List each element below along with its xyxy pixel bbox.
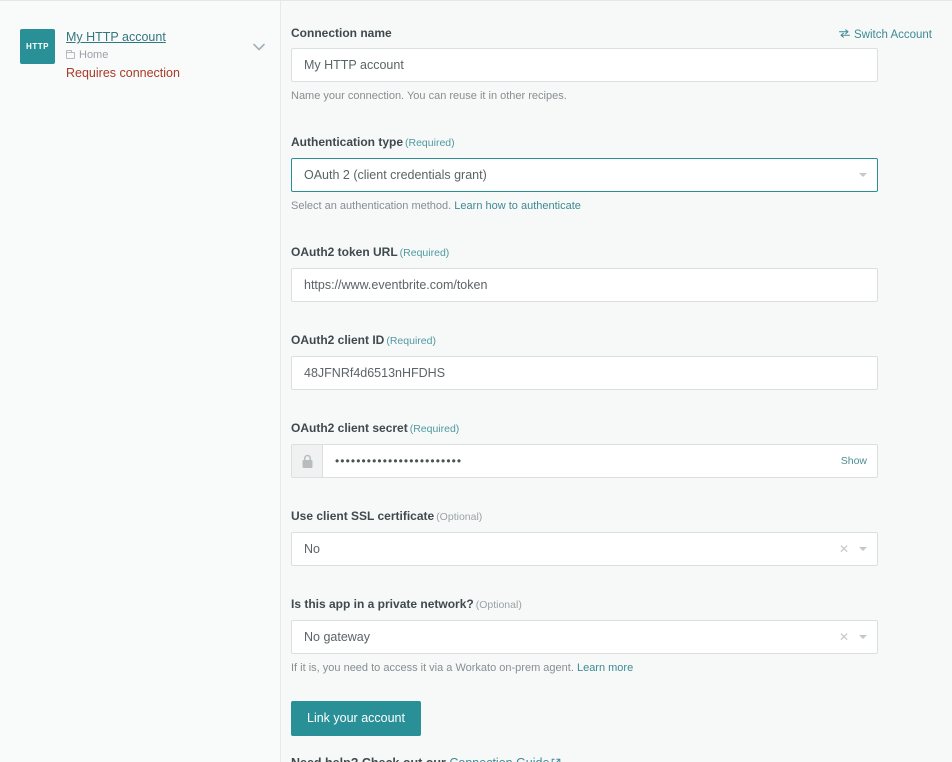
connection-setup-page: HTTP My HTTP account Home Requires conne… [0,0,952,762]
oauth2-client-id-label: OAuth2 client ID(Required) [291,332,878,349]
connection-name-input[interactable]: My HTTP account [291,48,878,82]
account-folder-label: Home [79,48,108,62]
connection-guide-link[interactable]: Connection Guide [449,756,549,762]
field-use-client-ssl-certificate: Use client SSL certificate(Optional) No … [291,508,878,566]
use-client-ssl-certificate-label-text: Use client SSL certificate [291,509,434,523]
authentication-type-select[interactable]: OAuth 2 (client credentials grant) [291,158,878,192]
learn-more-link[interactable]: Learn more [577,662,633,674]
field-oauth2-client-id: OAuth2 client ID(Required) 48JFNRf4d6513… [291,332,878,390]
footer-help-prefix: Need help? Check out our [291,756,446,762]
oauth2-client-secret-input[interactable]: •••••••••••••••••••••••• [323,445,841,477]
show-secret-toggle[interactable]: Show [841,445,877,477]
account-folder: Home [66,48,268,62]
oauth2-client-secret-label: OAuth2 client secret(Required) [291,420,878,437]
authentication-type-label-text: Authentication type [291,135,403,149]
field-authentication-type: Authentication type(Required) OAuth 2 (c… [291,134,878,214]
authentication-type-help: Select an authentication method. Learn h… [291,199,878,214]
use-client-ssl-certificate-value: No [302,542,833,556]
connection-name-label: Connection name [291,25,878,41]
connection-status-text: Requires connection [66,65,268,81]
account-card: HTTP My HTTP account Home Requires conne… [20,28,268,81]
oauth2-token-url-required-tag: (Required) [400,247,450,259]
authentication-type-value: OAuth 2 (client credentials grant) [302,168,833,182]
oauth2-client-id-required-tag: (Required) [386,335,436,347]
folder-icon [66,52,75,59]
oauth2-client-id-label-text: OAuth2 client ID [291,333,384,347]
use-client-ssl-certificate-optional-tag: (Optional) [436,511,482,523]
oauth2-client-secret-required-tag: (Required) [410,423,460,435]
show-secret-label: Show [841,455,867,467]
oauth2-client-id-value: 48JFNRf4d6513nHFDHS [302,366,867,380]
account-meta: My HTTP account Home Requires connection [66,28,268,81]
private-network-select[interactable]: No gateway ✕ [291,620,878,654]
oauth2-client-secret-row: •••••••••••••••••••••••• Show [291,444,878,478]
connection-name-help: Name your connection. You can reuse it i… [291,89,878,104]
chevron-down-icon[interactable] [859,635,867,639]
private-network-optional-tag: (Optional) [476,599,522,611]
http-app-logo-icon: HTTP [20,29,55,64]
clear-icon[interactable]: ✕ [839,631,849,643]
private-network-label: Is this app in a private network?(Option… [291,596,878,613]
private-network-value: No gateway [302,630,833,644]
connection-form-area: Switch Account Connection name My HTTP a… [281,1,952,762]
oauth2-token-url-label-text: OAuth2 token URL [291,245,398,259]
oauth2-client-secret-label-text: OAuth2 client secret [291,421,408,435]
use-client-ssl-certificate-select[interactable]: No ✕ [291,532,878,566]
use-client-ssl-certificate-label: Use client SSL certificate(Optional) [291,508,878,525]
oauth2-client-secret-value: •••••••••••••••••••••••• [335,454,462,468]
connection-form: Connection name My HTTP account Name you… [291,25,878,762]
field-private-network: Is this app in a private network?(Option… [291,596,878,676]
chevron-down-icon[interactable] [251,39,267,55]
oauth2-client-id-input[interactable]: 48JFNRf4d6513nHFDHS [291,356,878,390]
connection-name-label-text: Connection name [291,26,392,40]
oauth2-token-url-input[interactable]: https://www.eventbrite.com/token [291,268,878,302]
oauth2-token-url-value: https://www.eventbrite.com/token [302,278,867,292]
authentication-type-help-text: Select an authentication method. [291,200,451,212]
external-link-icon [551,756,561,762]
learn-how-to-authenticate-link[interactable]: Learn how to authenticate [454,200,581,212]
connection-name-value: My HTTP account [302,58,867,72]
field-oauth2-client-secret: OAuth2 client secret(Required) •••••••••… [291,420,878,478]
private-network-help-text: If it is, you need to access it via a Wo… [291,662,574,674]
lock-icon [292,445,323,477]
account-title-link[interactable]: My HTTP account [66,30,166,45]
chevron-down-icon[interactable] [859,547,867,551]
authentication-type-required-tag: (Required) [405,137,455,149]
authentication-type-label: Authentication type(Required) [291,134,878,151]
field-connection-name: Connection name My HTTP account Name you… [291,25,878,104]
link-your-account-button[interactable]: Link your account [291,701,421,736]
footer-help-note: Need help? Check out our Connection Guid… [291,755,878,762]
private-network-label-text: Is this app in a private network? [291,597,474,611]
chevron-down-icon[interactable] [859,173,867,177]
oauth2-token-url-label: OAuth2 token URL(Required) [291,244,878,261]
private-network-help: If it is, you need to access it via a Wo… [291,661,878,676]
account-sidebar: HTTP My HTTP account Home Requires conne… [0,1,281,762]
field-oauth2-token-url: OAuth2 token URL(Required) https://www.e… [291,244,878,302]
app-logo-label: HTTP [26,42,49,51]
clear-icon[interactable]: ✕ [839,543,849,555]
